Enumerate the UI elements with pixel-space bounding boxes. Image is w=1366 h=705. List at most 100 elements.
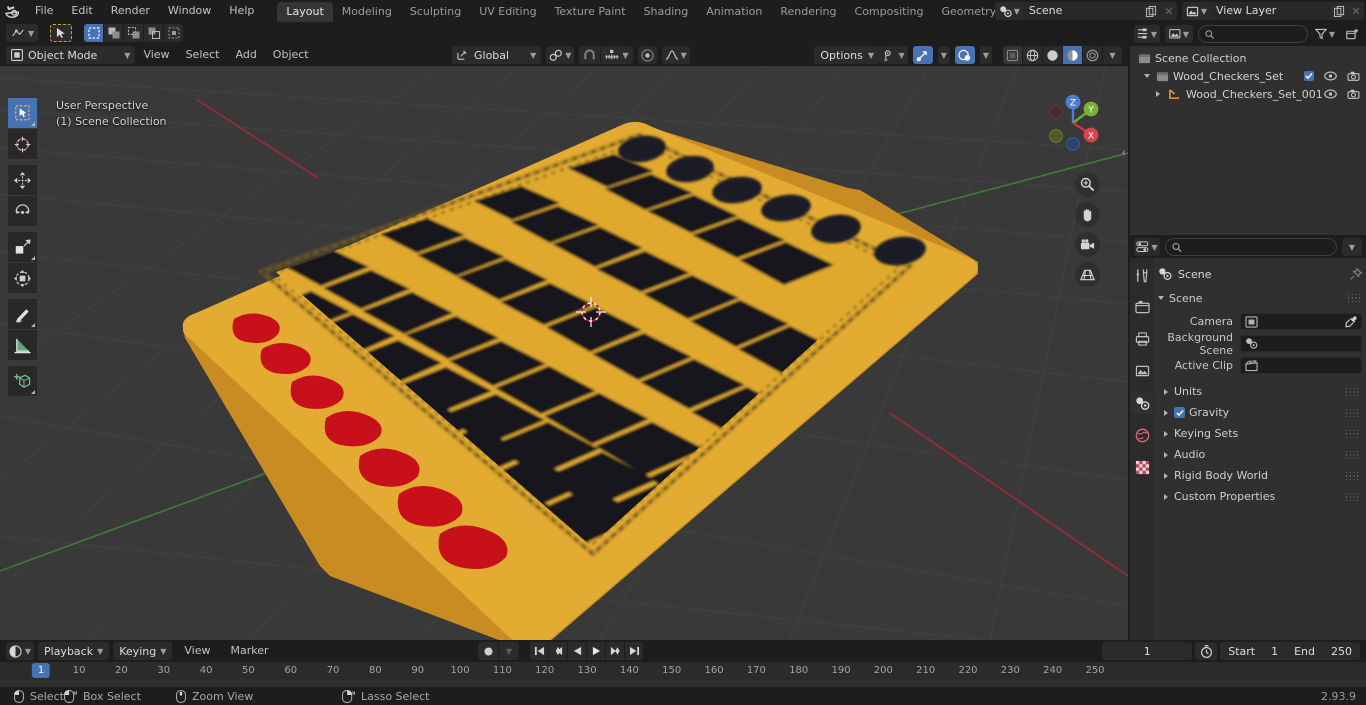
menu-render[interactable]: Render xyxy=(102,2,159,20)
annotate-tool[interactable] xyxy=(8,299,37,329)
outliner-new-collection-icon[interactable] xyxy=(1342,25,1362,43)
sub-panel-rigid-body-world[interactable]: Rigid Body World :::::::: xyxy=(1158,465,1362,486)
outliner-row-scene-collection[interactable]: Scene Collection xyxy=(1130,49,1366,67)
auto-keying-toggle[interactable] xyxy=(478,642,498,660)
background-scene-field[interactable] xyxy=(1240,335,1362,352)
properties-search-box[interactable] xyxy=(1165,238,1337,256)
active-tool-icon[interactable] xyxy=(50,24,73,42)
view-layer-name-field[interactable]: View Layer xyxy=(1210,2,1330,20)
use-preview-range-icon[interactable] xyxy=(1195,642,1218,660)
camera-icon[interactable] xyxy=(1075,232,1100,257)
sub-panel-custom-properties[interactable]: Custom Properties :::::::: xyxy=(1158,486,1362,507)
expand-triangle-icon[interactable] xyxy=(1144,74,1150,78)
proportional-falloff-selector[interactable]: ▼ xyxy=(661,46,690,64)
tab-scene-icon[interactable] xyxy=(1131,392,1153,414)
previous-keyframe-button[interactable] xyxy=(549,642,567,660)
timeline-menu-view[interactable]: View xyxy=(176,642,218,660)
outliner-editor-type-selector[interactable]: ▼ xyxy=(1134,25,1160,43)
expand-triangle-icon[interactable] xyxy=(1156,91,1160,97)
tab-render-icon[interactable] xyxy=(1131,296,1153,318)
scene-name-field[interactable]: Scene xyxy=(1022,2,1143,20)
grid-icon[interactable] xyxy=(1075,262,1100,287)
properties-options-dropdown[interactable]: ▼ xyxy=(1342,238,1362,256)
3d-viewport[interactable]: ▼ Object Mode ▼ View Select Add Object G… xyxy=(0,22,1128,640)
playback-menu[interactable]: Playback ▼ xyxy=(38,642,110,660)
zoom-icon[interactable] xyxy=(1075,172,1100,197)
new-view-layer-button[interactable] xyxy=(1330,2,1348,20)
tab-sculpting[interactable]: Sculpting xyxy=(401,2,470,22)
object-mode-selector[interactable]: Object Mode ▼ xyxy=(6,46,136,64)
eye-icon[interactable] xyxy=(1324,71,1337,81)
eye-icon[interactable] xyxy=(1324,89,1337,99)
menu-edit[interactable]: Edit xyxy=(62,2,101,20)
end-frame-field[interactable]: End 250 xyxy=(1286,642,1360,660)
scale-tool[interactable] xyxy=(8,232,37,262)
overlay-options-dropdown[interactable]: ▼ xyxy=(979,46,992,64)
outliner-search-box[interactable] xyxy=(1198,25,1308,43)
select-intersect-icon[interactable] xyxy=(164,24,184,42)
camera-field[interactable] xyxy=(1240,313,1362,330)
next-keyframe-button[interactable] xyxy=(606,642,624,660)
select-difference-icon[interactable] xyxy=(144,24,164,42)
viewport-canvas[interactable]: User Perspective (1) Scene Collection Z … xyxy=(0,66,1128,640)
scene-icon[interactable]: ▼ xyxy=(994,2,1023,20)
outliner-row-wood-checkers-set-001[interactable]: Wood_Checkers_Set_001 xyxy=(1130,85,1366,103)
properties-editor[interactable]: ▼ ▼ Scene Scene:::::::: Camera Backgro… xyxy=(1130,236,1366,640)
properties-editor-type-selector[interactable]: ▼ xyxy=(1134,238,1160,256)
tab-shading[interactable]: Shading xyxy=(635,2,698,22)
auto-keying-options-dropdown[interactable]: ▼ xyxy=(499,642,519,660)
outliner-display-mode-selector[interactable]: ▼ xyxy=(1165,25,1193,43)
transform-orientation-selector[interactable]: Global ▼ xyxy=(452,46,542,64)
tab-texture-icon[interactable] xyxy=(1131,456,1153,478)
viewport-menu-select[interactable]: Select xyxy=(178,46,228,64)
expand-triangle-icon[interactable] xyxy=(1164,451,1168,458)
expand-triangle-icon[interactable] xyxy=(1164,409,1168,416)
xray-toggle-icon[interactable] xyxy=(1003,46,1022,64)
eyedropper-icon[interactable] xyxy=(1345,315,1357,328)
snap-magnet-icon[interactable] xyxy=(579,46,601,64)
outliner-editor[interactable]: ▼ ▼ ▼ Scene Collection Wood_Checkers_Set… xyxy=(1130,22,1366,235)
menu-help[interactable]: Help xyxy=(220,2,263,20)
jump-to-end-button[interactable] xyxy=(625,642,643,660)
rendered-shading-icon[interactable] xyxy=(1083,46,1102,64)
solid-shading-icon[interactable] xyxy=(1043,46,1062,64)
timeline-menu-marker[interactable]: Marker xyxy=(222,642,276,660)
add-cube-tool[interactable] xyxy=(8,366,37,396)
expand-triangle-icon[interactable] xyxy=(1164,493,1168,500)
remove-scene-button[interactable]: ✕ xyxy=(1160,2,1177,20)
camera-render-icon[interactable] xyxy=(1347,71,1360,81)
collapse-triangle-icon[interactable] xyxy=(1158,296,1164,300)
timeline-scrubbing-bar[interactable]: 10 20 30 40 50 60 70 80 90 100 110 120 130 140 150 160 1… xyxy=(0,662,1366,680)
new-scene-button[interactable] xyxy=(1142,2,1161,20)
tweak-select-tool[interactable] xyxy=(8,98,37,128)
material-preview-shading-icon[interactable] xyxy=(1063,46,1082,64)
blender-logo-icon[interactable] xyxy=(0,0,26,22)
properties-search-input[interactable] xyxy=(1186,240,1330,254)
checkbox-icon[interactable] xyxy=(1304,71,1314,81)
tab-modeling[interactable]: Modeling xyxy=(333,2,401,22)
tab-rendering[interactable]: Rendering xyxy=(771,2,845,22)
timeline-playhead[interactable]: 1 xyxy=(31,663,51,678)
wireframe-shading-icon[interactable] xyxy=(1023,46,1042,64)
expand-triangle-icon[interactable] xyxy=(1164,388,1168,395)
current-frame-field[interactable]: 1 xyxy=(1102,642,1193,660)
tab-world-icon[interactable] xyxy=(1131,424,1153,446)
menu-window[interactable]: Window xyxy=(159,2,220,20)
keying-menu[interactable]: Keying ▼ xyxy=(113,642,173,660)
camera-render-icon[interactable] xyxy=(1347,89,1360,99)
jump-to-start-button[interactable] xyxy=(530,642,548,660)
tab-tool-icon[interactable] xyxy=(1131,264,1153,286)
timeline-editor[interactable]: ▼ Playback ▼ Keying ▼ View Marker ▼ 1 St… xyxy=(0,640,1366,687)
outliner-filter-icon[interactable]: ▼ xyxy=(1313,25,1337,43)
transform-tool[interactable] xyxy=(8,263,37,293)
active-clip-field[interactable] xyxy=(1240,357,1362,374)
select-set-icon[interactable] xyxy=(84,24,104,42)
viewport-3d-scene[interactable] xyxy=(0,66,1128,640)
hand-icon[interactable] xyxy=(1075,202,1100,227)
pivot-point-selector[interactable]: ▼ xyxy=(546,46,575,64)
shading-options-dropdown[interactable]: ▼ xyxy=(1103,46,1122,64)
menu-file[interactable]: File xyxy=(26,2,62,20)
editor-type-selector[interactable]: ▼ xyxy=(6,24,39,42)
tab-compositing[interactable]: Compositing xyxy=(846,2,933,22)
play-reverse-button[interactable] xyxy=(568,642,586,660)
